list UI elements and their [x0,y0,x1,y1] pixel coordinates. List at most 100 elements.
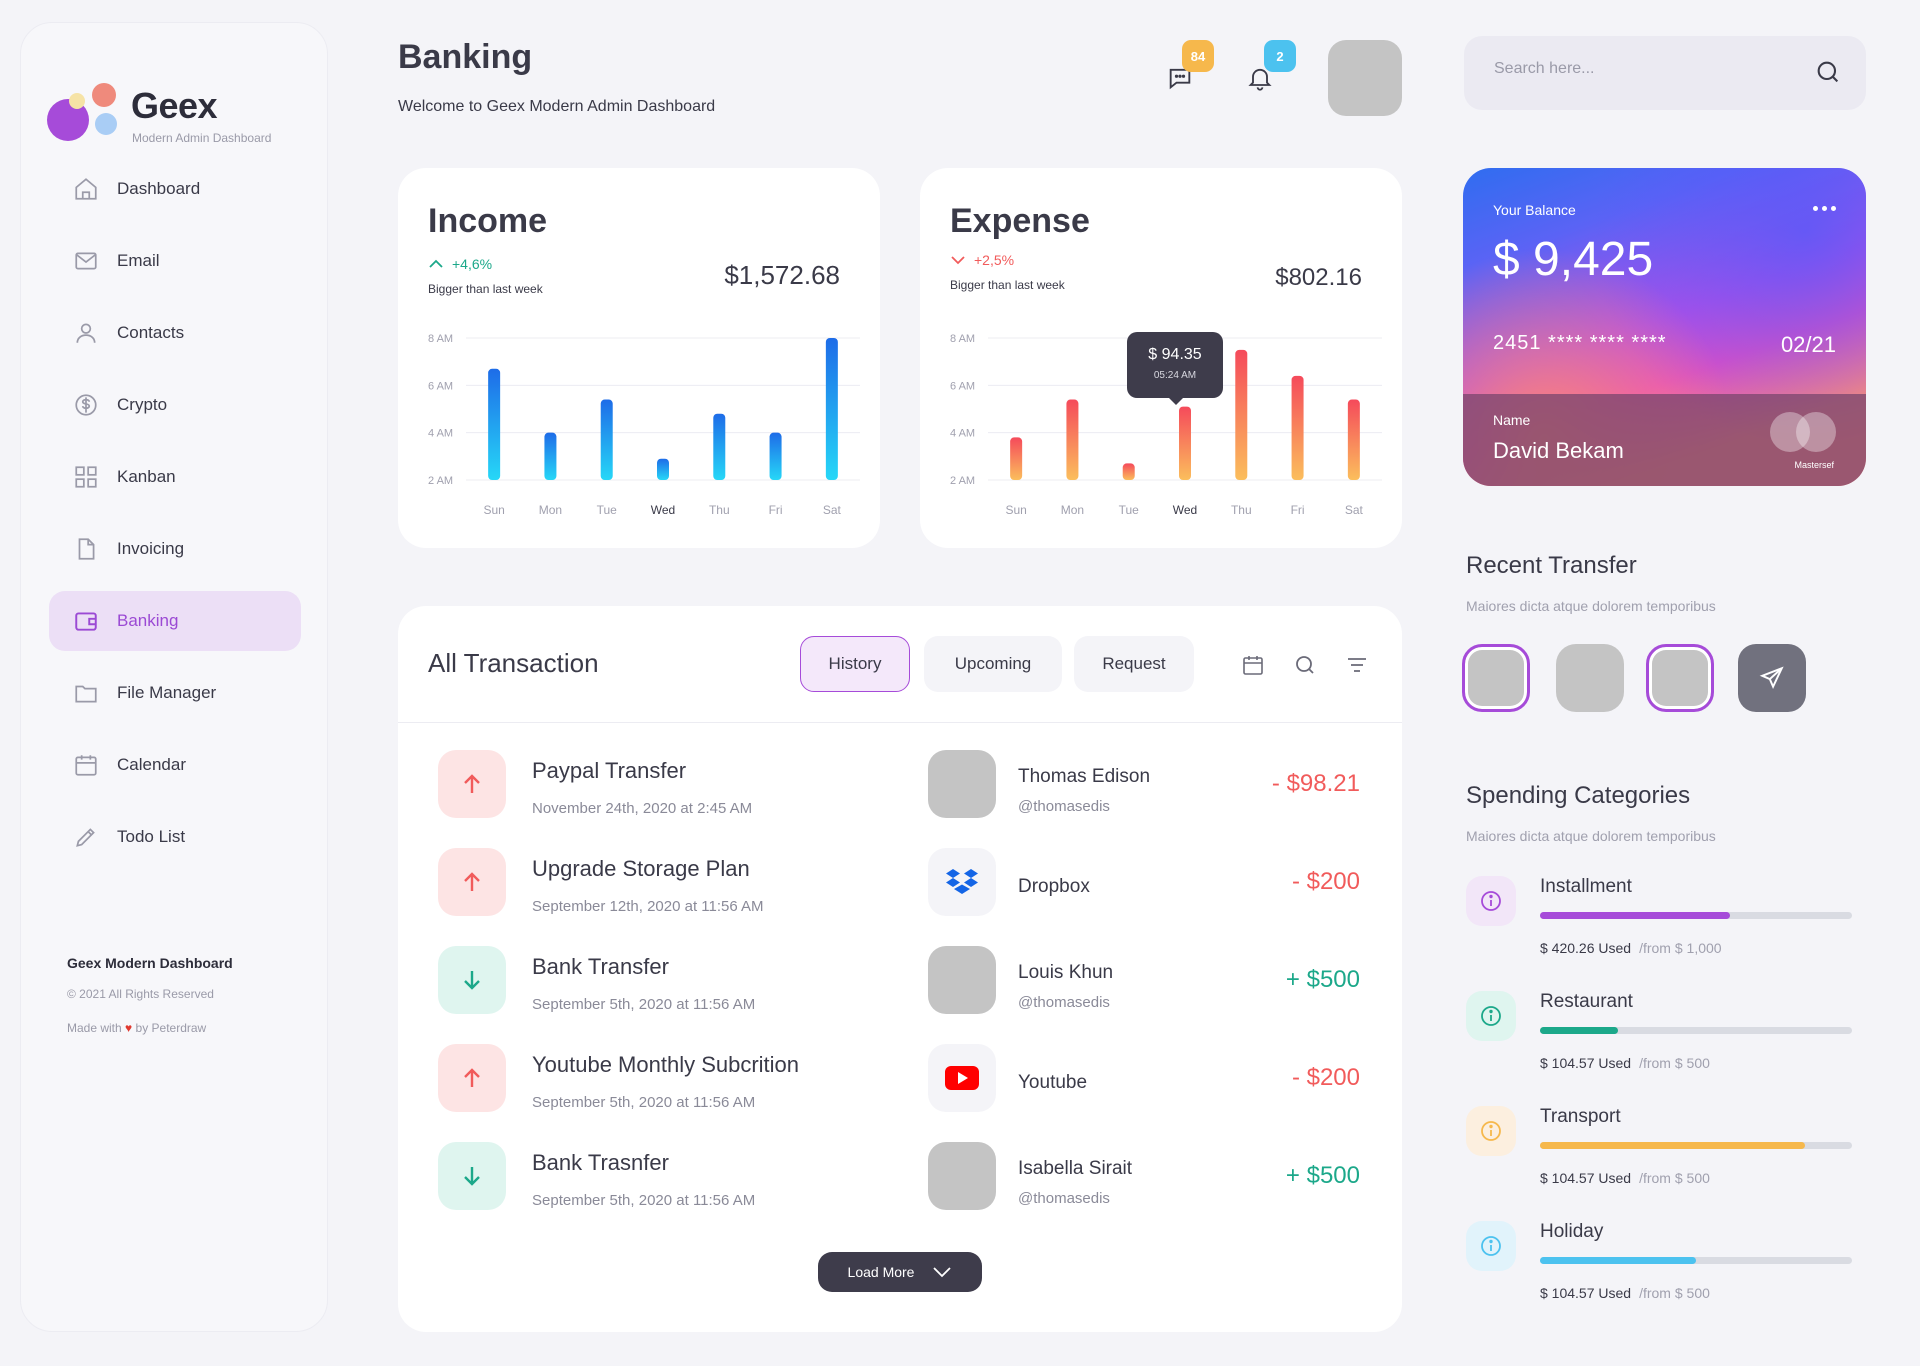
spending-category-transport[interactable]: Transport $ 104.57 Used/from $ 500 [1466,1106,1866,1196]
bar-sat[interactable] [1347,399,1360,480]
spending-category-restaurant[interactable]: Restaurant $ 104.57 Used/from $ 500 [1466,991,1866,1081]
balance-card[interactable]: Your Balance $ 9,425 2451 **** **** ****… [1463,168,1866,486]
calendar-filter-button[interactable] [1238,650,1268,680]
filter-button[interactable] [1342,650,1372,680]
sidebar-item-contacts[interactable]: Contacts [49,303,301,363]
sidebar-item-crypto[interactable]: Crypto [49,375,301,435]
category-usage: $ 104.57 Used/from $ 500 [1540,1170,1710,1186]
transaction-date: September 12th, 2020 at 11:56 AM [532,898,764,915]
bar-fri[interactable] [1291,375,1304,480]
chart-tooltip: $ 94.35 05:24 AM [1127,332,1223,405]
bar-thu[interactable] [1235,349,1248,480]
sidebar-item-kanban[interactable]: Kanban [49,447,301,507]
bar-wed[interactable] [657,458,669,480]
sidebar-item-label: Banking [117,611,179,630]
footer-copyright: © 2021 All Rights Reserved [67,987,214,1001]
footer-made-prefix: Made with [67,1021,122,1035]
recent-transfer-avatar[interactable] [1556,644,1624,712]
search-icon[interactable] [1814,58,1842,86]
category-used: $ 420.26 Used [1540,940,1632,956]
table-row[interactable]: Bank Transfer September 5th, 2020 at 11:… [398,946,1402,1016]
sidebar-item-banking[interactable]: Banking [49,591,301,651]
bar-mon[interactable] [544,432,557,480]
bar-mon[interactable] [1066,399,1079,480]
table-row[interactable]: Youtube Monthly Subcrition September 5th… [398,1044,1402,1114]
category-name: Holiday [1540,1221,1604,1242]
card-holder-name: David Bekam [1493,438,1624,463]
sidebar-nav: Dashboard Email Contacts Crypto Kanban I… [49,159,301,879]
x-tick-label: Thu [1231,503,1252,517]
recent-transfer-avatar[interactable] [1646,644,1714,712]
transfer-out-icon [438,750,506,818]
transaction-date: September 5th, 2020 at 11:56 AM [532,996,756,1013]
transfer-in-icon [438,1142,506,1210]
tab-upcoming[interactable]: Upcoming [924,636,1062,692]
mail-icon [75,252,97,270]
mastercard-logo-icon [1796,412,1836,452]
sidebar-item-invoicing[interactable]: Invoicing [49,519,301,579]
x-tick-label: Mon [539,503,562,517]
bar-tue[interactable] [600,399,613,480]
brand-logo[interactable]: Geex Modern Admin Dashboard [47,59,297,149]
x-tick-label: Sat [823,503,842,517]
pencil-icon [76,828,95,847]
tooltip-time: 05:24 AM [1153,370,1197,381]
sidebar-item-file-manager[interactable]: File Manager [49,663,301,723]
recent-transfer-avatar[interactable] [1462,644,1530,712]
user-avatar[interactable] [1328,40,1402,116]
x-tick-label: Wed [651,503,675,517]
transaction-date: September 5th, 2020 at 11:56 AM [532,1192,756,1209]
table-row[interactable]: Bank Trasnfer September 5th, 2020 at 11:… [398,1142,1402,1212]
bar-tue[interactable] [1122,463,1135,480]
search-transactions-button[interactable] [1290,650,1320,680]
transaction-name: Upgrade Storage Plan [532,856,750,881]
sidebar-item-dashboard[interactable]: Dashboard [49,159,301,219]
info-icon [1466,1221,1516,1271]
search-input[interactable] [1494,60,1794,78]
x-tick-label: Wed [1173,503,1197,517]
bar-thu[interactable] [713,413,726,480]
bar-fri[interactable] [769,432,782,480]
tab-history[interactable]: History [800,636,910,692]
y-tick-label: 8 AM [428,333,453,345]
category-name: Installment [1540,876,1632,897]
transaction-amount: + $500 [1285,966,1360,993]
transaction-amount: - $200 [1291,868,1360,895]
load-more-button[interactable]: Load More [818,1252,982,1292]
transaction-name: Youtube Monthly Subcrition [532,1052,800,1077]
sidebar-item-label: Email [117,251,160,270]
send-icon [1759,666,1784,690]
transaction-name: Bank Transfer [532,954,669,979]
y-tick-label: 8 AM [950,333,975,345]
category-used: $ 104.57 Used [1540,1170,1632,1186]
x-tick-label: Tue [597,503,618,517]
sidebar-item-calendar[interactable]: Calendar [49,735,301,795]
y-tick-label: 4 AM [950,428,975,440]
spending-category-installment[interactable]: Installment $ 420.26 Used/from $ 1,000 [1466,876,1866,966]
transfer-out-icon [438,848,506,916]
sidebar-item-label: Crypto [117,395,168,414]
x-tick-label: Mon [1061,503,1084,517]
table-row[interactable]: Paypal Transfer November 24th, 2020 at 2… [398,750,1402,820]
party-handle: @thomasedis [1018,798,1110,815]
bar-sat[interactable] [825,338,838,480]
bar-sun[interactable] [1010,437,1023,480]
category-progress-fill [1540,1142,1806,1149]
tab-request[interactable]: Request [1074,636,1194,692]
more-options-icon[interactable] [1809,206,1836,211]
x-tick-label: Tue [1119,503,1140,517]
bar-wed[interactable] [1179,406,1191,480]
sidebar-item-email[interactable]: Email [49,231,301,291]
wallet-icon [75,612,97,631]
transfer-in-icon [438,946,506,1014]
table-row[interactable]: Upgrade Storage Plan September 12th, 202… [398,848,1402,918]
send-transfer-button[interactable] [1738,644,1806,712]
filter-icon [1348,658,1366,672]
bar-sun[interactable] [488,368,501,480]
category-name: Restaurant [1540,991,1633,1012]
sidebar-item-label: Kanban [117,467,176,486]
card-number: 2451 **** **** **** [1493,332,1667,354]
spending-category-holiday[interactable]: Holiday $ 104.57 Used/from $ 500 [1466,1221,1866,1311]
sidebar-item-todo-list[interactable]: Todo List [49,807,301,867]
footer-credit: Made with ♥ by Peterdraw [67,1021,233,1035]
